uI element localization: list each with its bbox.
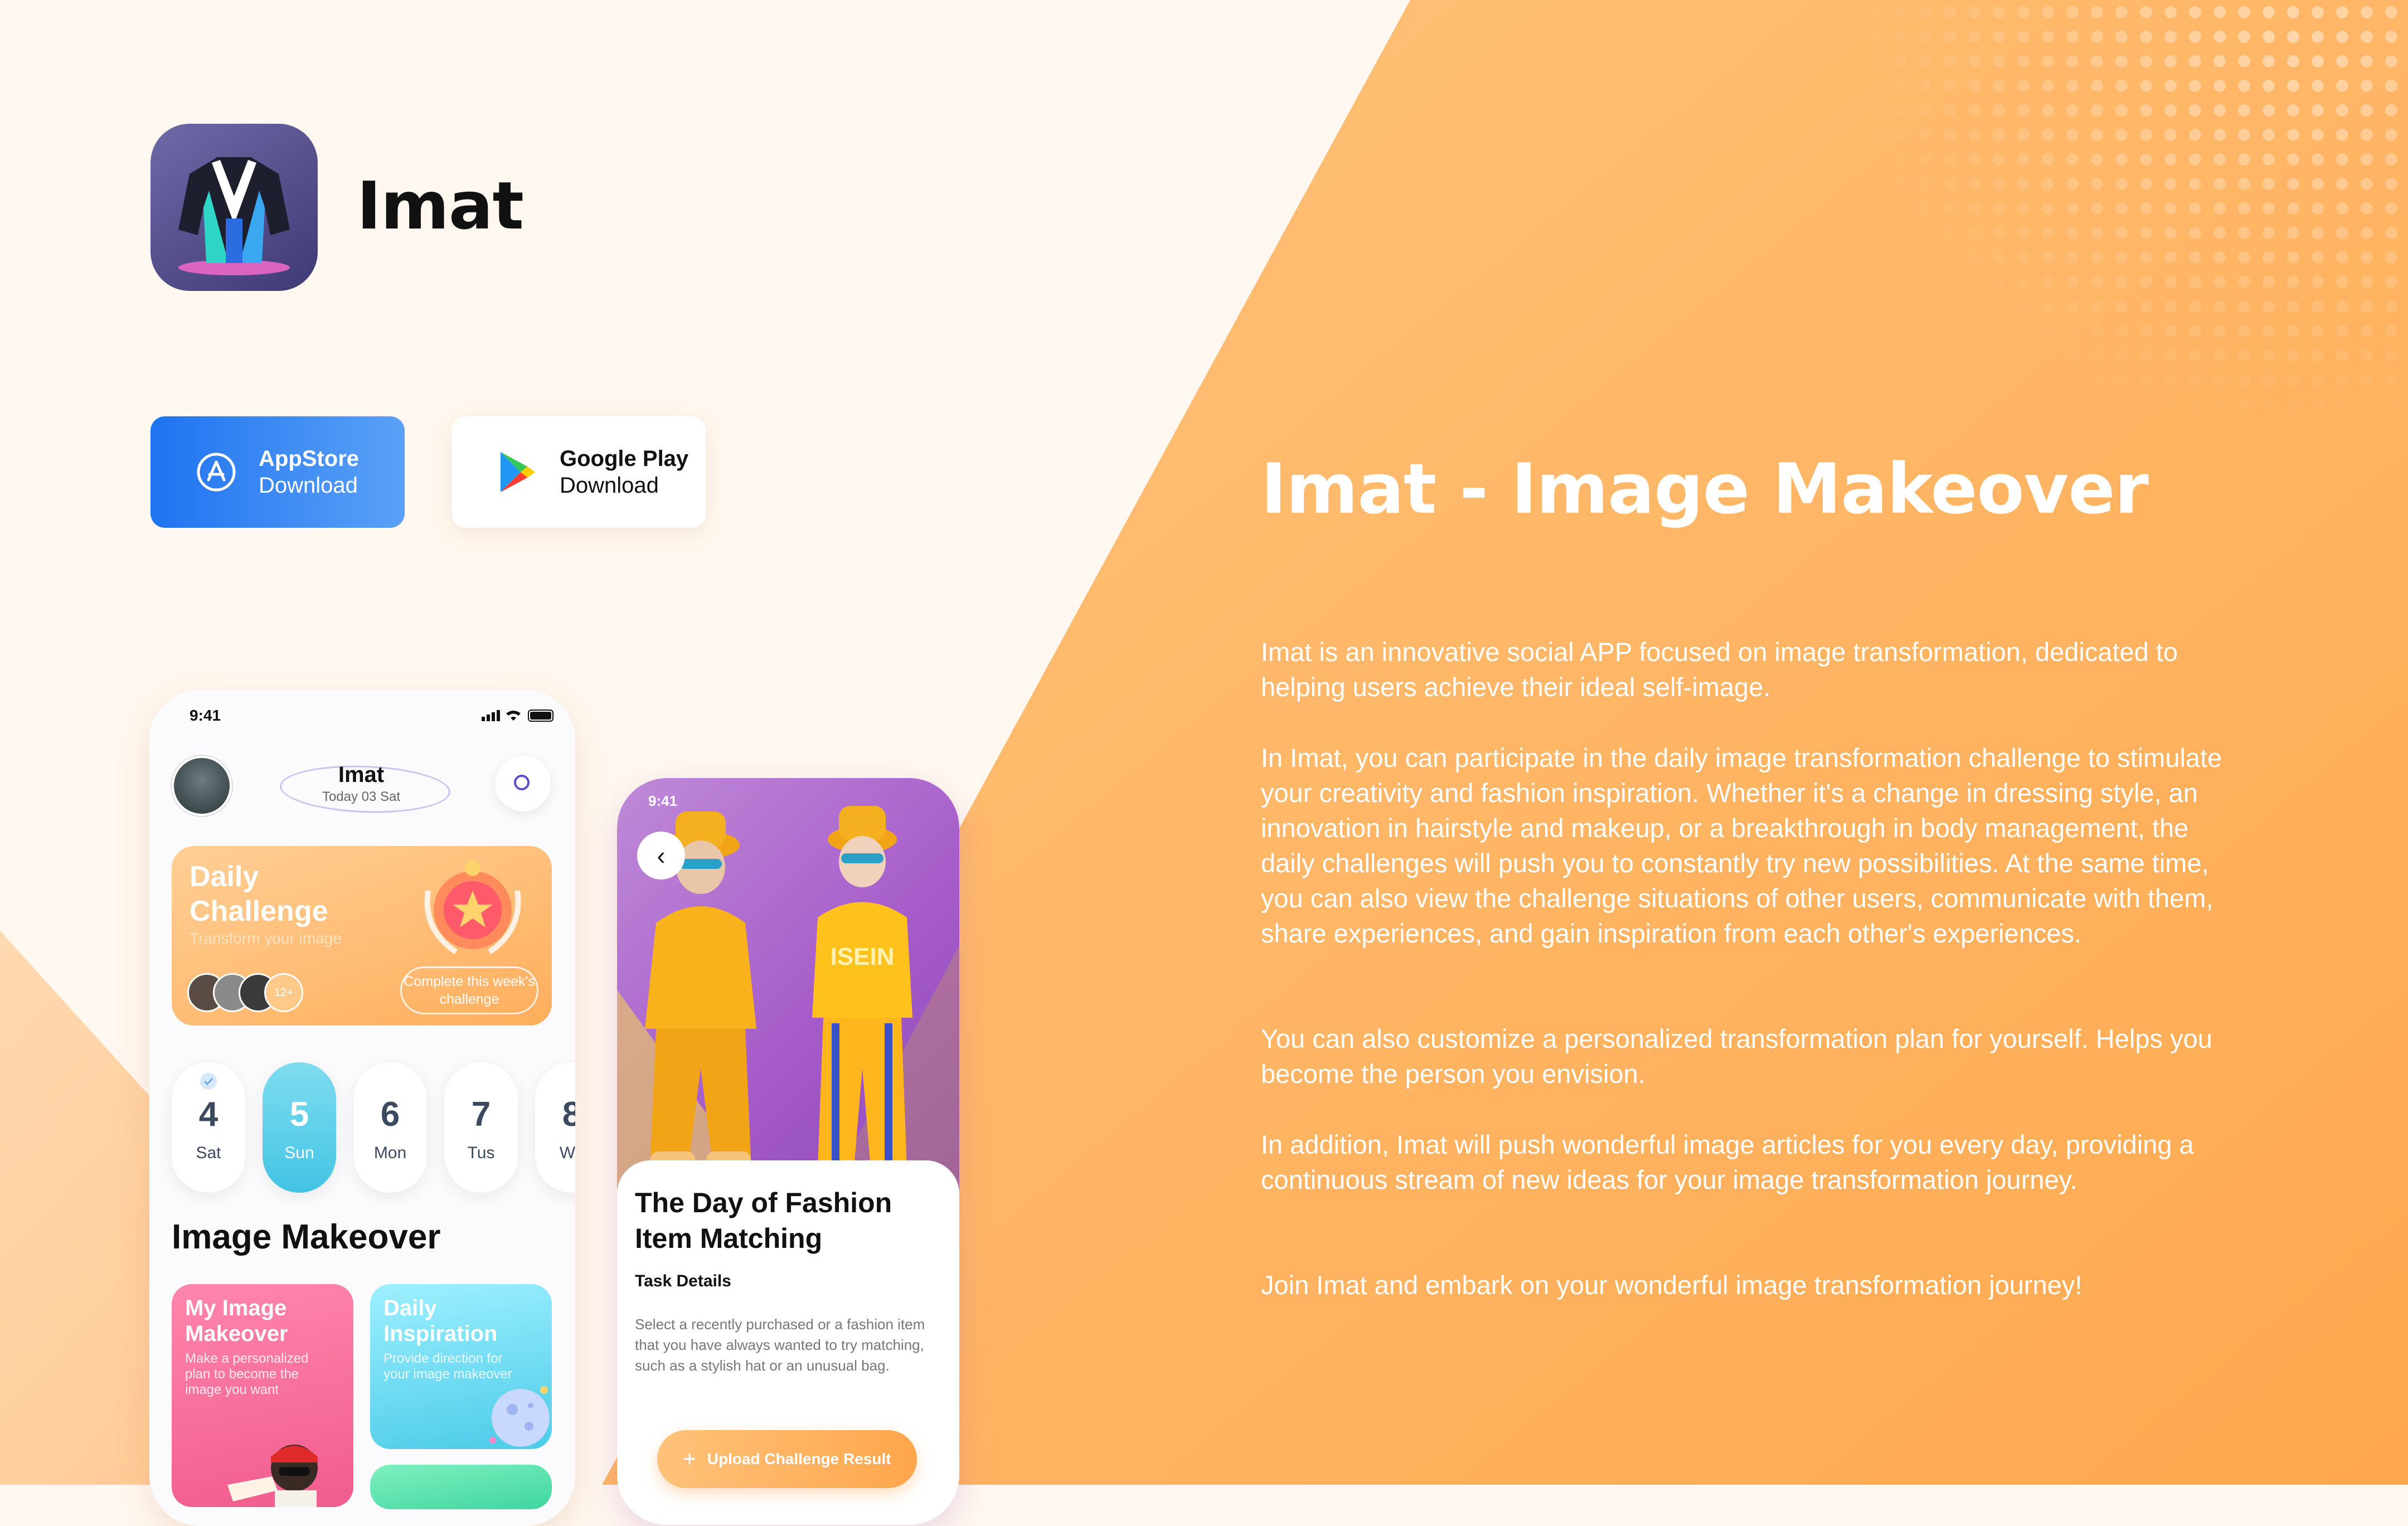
appstore-name: AppStore [259,446,359,471]
circle-icon [514,775,530,790]
description-paragraph: In Imat, you can participate in the dail… [1261,743,2222,948]
tile-title: Daily Inspiration [383,1296,498,1346]
task-details-body: Select a recently purchased or a fashion… [635,1316,925,1374]
google-play-icon [495,450,540,494]
daily-challenge-card[interactable]: Daily Challenge Transform your image 12+… [172,846,552,1026]
google-play-action: Download [560,473,659,498]
day-selector-item[interactable]: 6 Mon [353,1062,427,1193]
additional-tile[interactable] [370,1465,552,1509]
challenge-title: Daily Challenge [190,861,328,927]
day-selector-item[interactable]: 8 We [535,1062,575,1193]
status-icons [482,709,554,722]
google-play-name: Google Play [560,446,689,471]
day-name: We [559,1144,575,1162]
day-number: 4 [198,1095,219,1134]
participant-avatars: 12+ [187,973,321,1012]
my-image-makeover-tile[interactable]: My Image Makeover Make a personalized pl… [172,1284,353,1507]
tile-description: Provide direction for your image makeove… [383,1351,512,1382]
description-paragraph: You can also customize a personalized tr… [1261,1024,2212,1088]
chevron-left-icon: ‹ [657,841,666,870]
day-name: Sat [196,1144,221,1162]
hoodie-text: ISEIN [831,943,895,970]
day-number: 8 [562,1095,575,1134]
appstore-icon [194,450,239,494]
challenge-subtitle: Transform your image [190,930,342,947]
day-number: 5 [289,1095,309,1134]
status-time: 9:41 [648,793,678,809]
medal-icon [424,861,521,955]
check-icon [200,1073,217,1090]
upload-label: Upload Challenge Result [707,1450,891,1467]
plus-icon: + [683,1446,696,1471]
menu-button[interactable] [495,756,551,811]
tile-description: Make a personalized plan to become the i… [185,1351,309,1397]
phone-mockup-home: 9:41 Imat Today 03 Sat Daily Challenge T… [149,690,575,1526]
day-number: 6 [380,1095,400,1134]
description-paragraph: Join Imat and embark on your wonderful i… [1261,1270,2082,1300]
google-play-download-button[interactable]: Google Play Download [452,416,706,528]
section-title: Image Makeover [172,1218,441,1256]
description-paragraph: Imat is an innovative social APP focused… [1261,637,2178,702]
day-name: Mon [373,1144,407,1162]
tile-title: My Image Makeover [185,1296,288,1346]
complete-challenge-button[interactable]: Complete this week's challenge [400,966,538,1014]
day-number: 7 [471,1095,491,1134]
app-header-title: Imat [338,762,385,787]
daily-inspiration-tile[interactable]: Daily Inspiration Provide direction for … [370,1284,552,1449]
page-headline: Imat - Image Makeover [1261,449,2149,529]
description-paragraph: In addition, Imat will push wonderful im… [1261,1130,2194,1194]
day-name: Tus [467,1144,495,1162]
app-logo [151,124,318,291]
day-selector-item[interactable]: 4 Sat [172,1062,245,1193]
phone-mockup-challenge-detail: ISEIN 9:41 ‹ The Day of Fashion Item Mat… [617,778,959,1525]
task-details-label: Task Details [635,1272,731,1290]
day-selector-item[interactable]: 5 Sun [263,1062,336,1193]
day-selector-item[interactable]: 7 Tus [444,1062,518,1193]
day-name: Sun [284,1144,314,1162]
status-time: 9:41 [190,707,221,724]
participant-count: 12+ [264,973,303,1012]
character-illustration [227,1445,318,1507]
app-name: Imat [357,167,524,244]
appstore-download-button[interactable]: AppStore Download [151,416,405,528]
challenge-detail-title: The Day of Fashion Item Matching [635,1187,892,1254]
appstore-action: Download [259,473,358,498]
user-avatar[interactable] [172,756,232,816]
app-header-date: Today 03 Sat [322,789,401,804]
back-button[interactable]: ‹ [637,832,685,879]
upload-challenge-button[interactable]: + Upload Challenge Result [657,1430,917,1488]
planet-icon [489,1386,550,1447]
